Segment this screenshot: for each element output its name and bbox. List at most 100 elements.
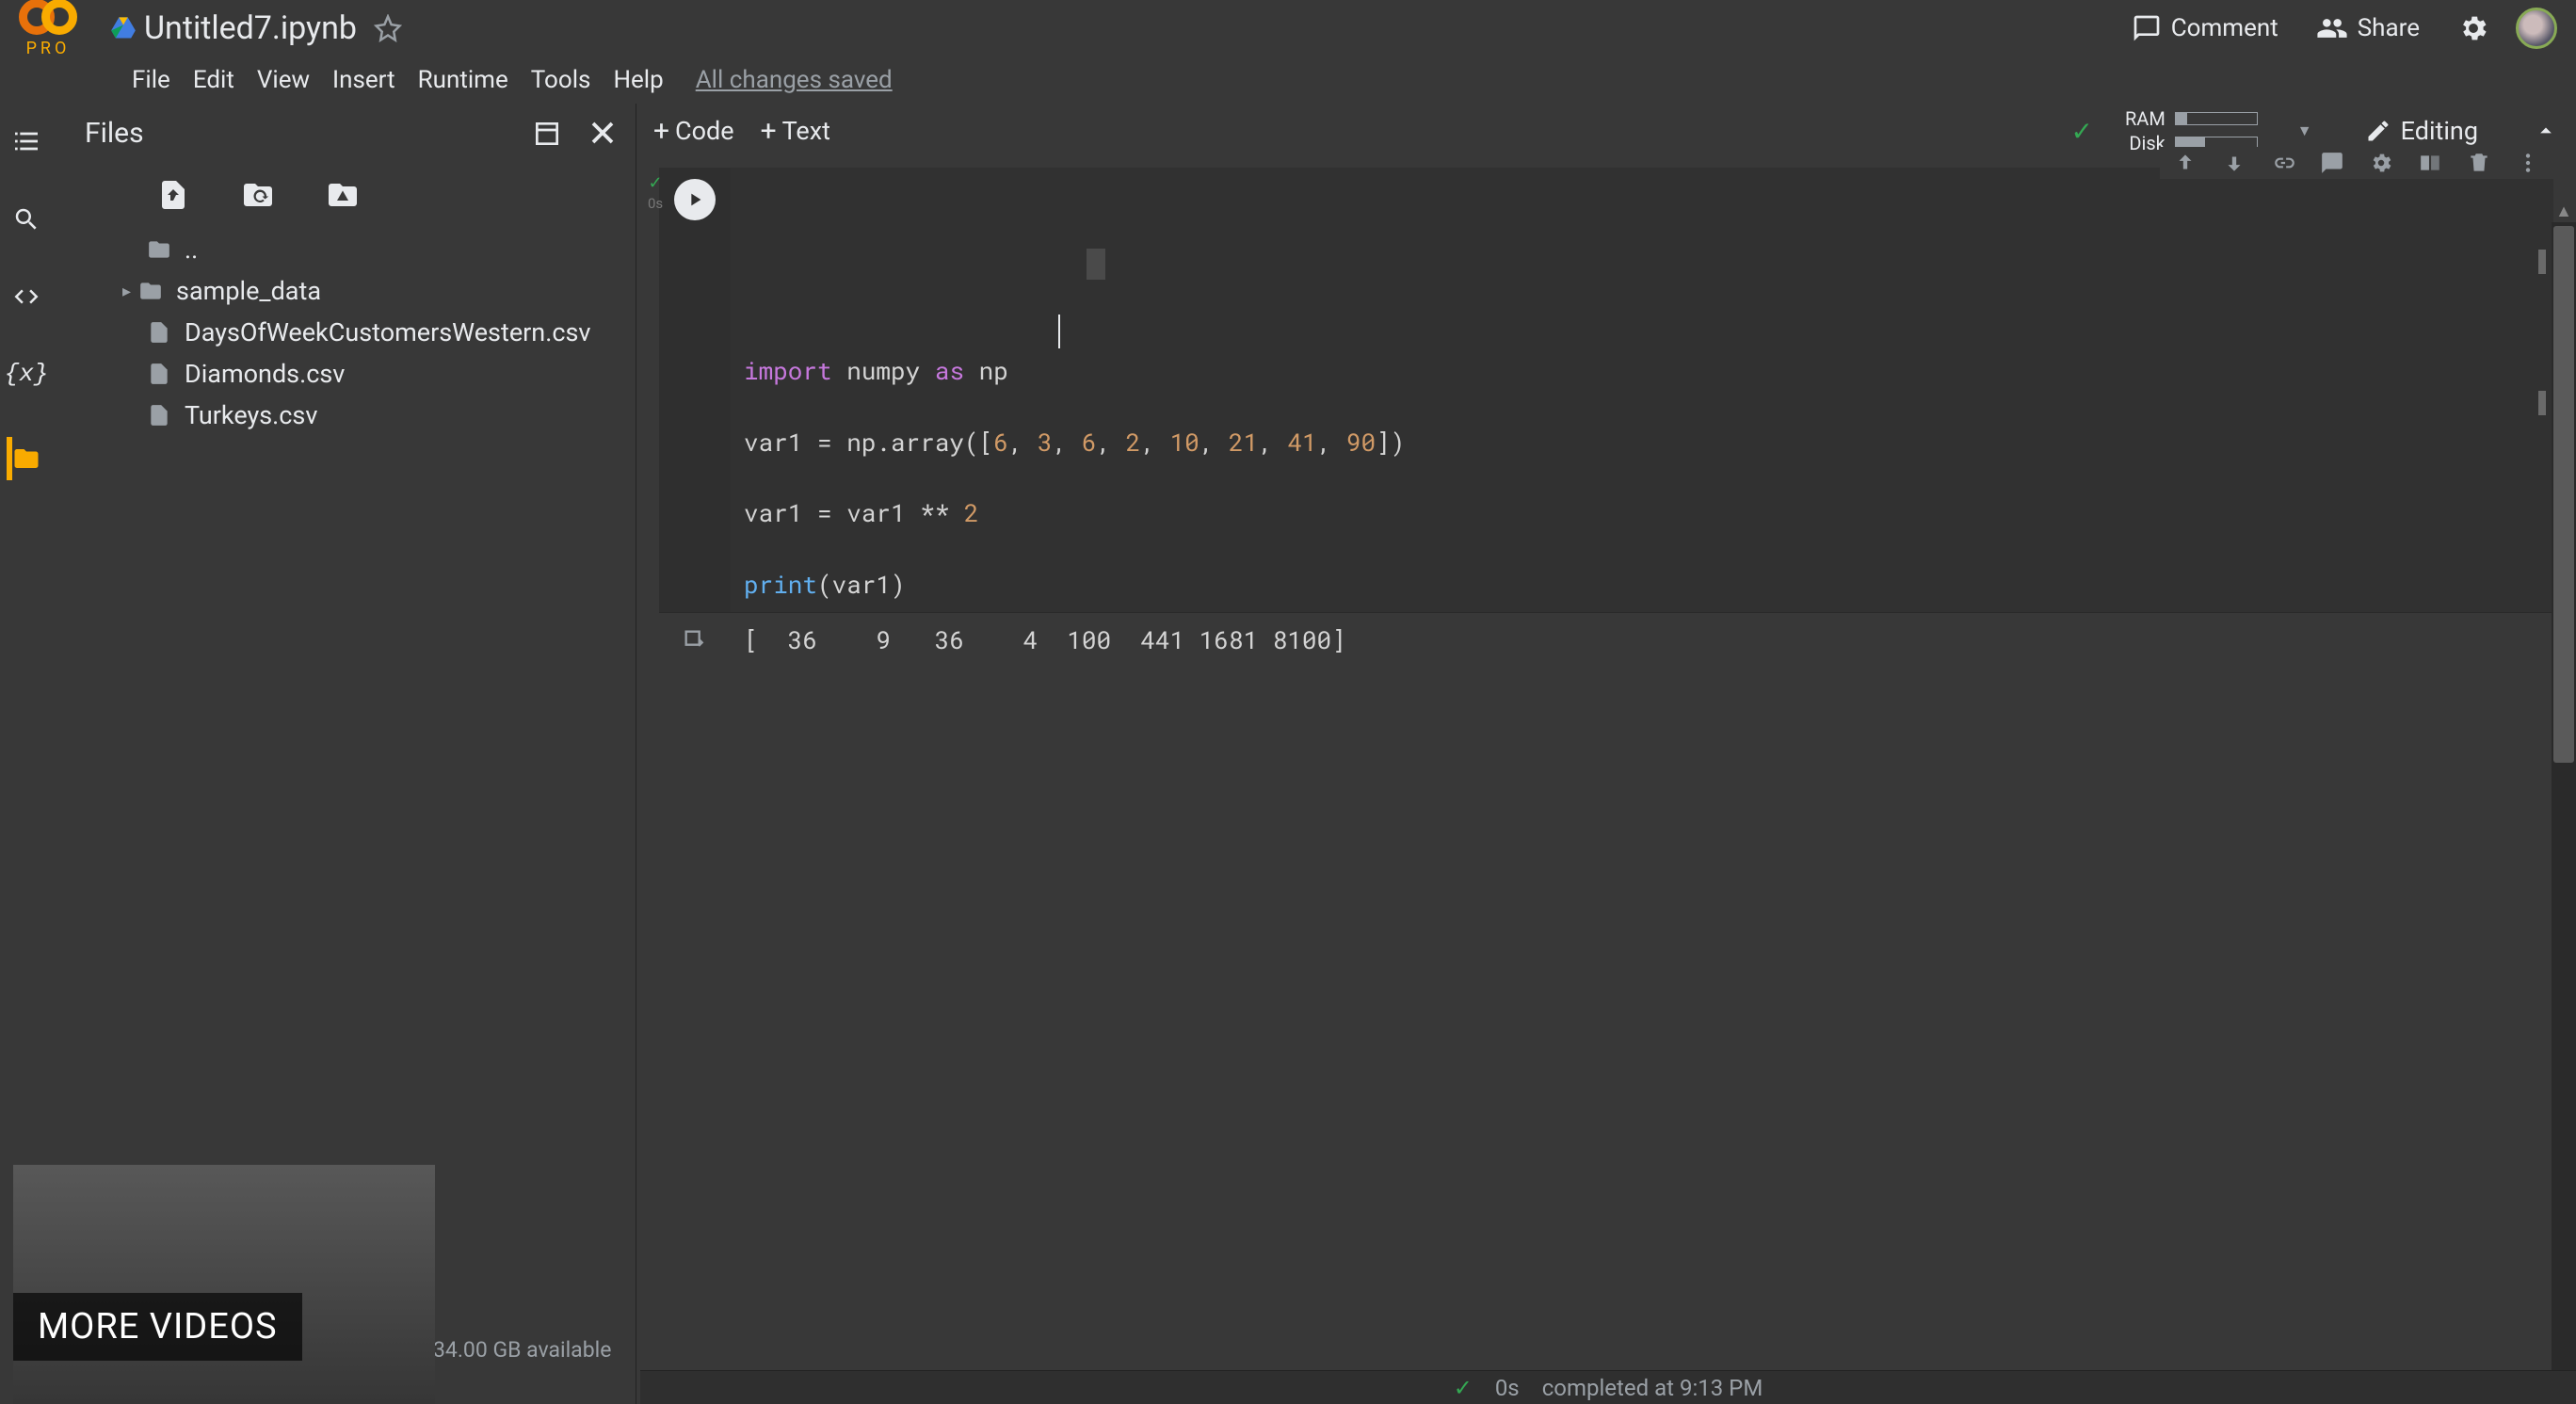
connection-status-icon: ✓ — [2070, 116, 2092, 147]
link-cell-button[interactable] — [2271, 151, 2295, 175]
file-item-2[interactable]: Turkeys.csv — [147, 395, 636, 436]
code-cell: ✓ 0s — [659, 168, 2553, 612]
file-tree-parent[interactable]: .. — [147, 229, 636, 270]
new-window-icon — [532, 119, 562, 149]
add-code-button[interactable]: + Code — [653, 115, 734, 148]
cell-run-status: ✓ 0s — [648, 173, 663, 212]
file-label: Turkeys.csv — [185, 400, 317, 430]
refresh-files-button[interactable] — [241, 178, 275, 212]
code-snippets-button[interactable] — [12, 282, 40, 311]
plus-icon: + — [653, 115, 669, 148]
gear-icon — [2457, 12, 2489, 44]
trash-icon — [2467, 151, 2491, 175]
mirror-cell-button[interactable] — [2418, 151, 2442, 175]
run-gutter — [659, 168, 731, 612]
comment-icon — [2320, 151, 2344, 175]
code-editor[interactable]: import numpy as np var1 = np.array([6, 3… — [731, 168, 2553, 612]
menu-runtime[interactable]: Runtime — [418, 66, 508, 94]
move-cell-down-button[interactable] — [2222, 151, 2246, 175]
delete-cell-button[interactable] — [2467, 151, 2491, 175]
star-icon[interactable] — [374, 14, 402, 42]
cell-more-button[interactable] — [2516, 151, 2540, 175]
disk-available-label: 34.00 GB available — [433, 1337, 611, 1363]
folder-icon — [12, 444, 40, 473]
find-replace-button[interactable] — [12, 205, 40, 234]
table-of-contents-button[interactable] — [11, 126, 41, 156]
add-text-button[interactable]: + Text — [761, 115, 830, 148]
colab-pro-badge: PRO — [26, 39, 71, 58]
file-icon — [147, 403, 171, 428]
editing-mode-button[interactable]: Editing — [2365, 116, 2478, 146]
file-icon — [147, 362, 171, 386]
status-check-icon: ✓ — [1454, 1375, 1473, 1401]
minimap — [2538, 179, 2548, 531]
resource-dropdown[interactable]: ▼ — [2297, 121, 2312, 140]
save-status[interactable]: All changes saved — [696, 66, 893, 94]
menu-file[interactable]: File — [132, 66, 170, 94]
files-button[interactable] — [7, 437, 40, 480]
chevron-up-icon — [2533, 118, 2559, 144]
user-avatar[interactable] — [2516, 8, 2557, 49]
cell-toolbar — [2160, 147, 2553, 179]
output-icon — [682, 627, 708, 654]
menu-tools[interactable]: Tools — [531, 66, 591, 94]
colab-logo[interactable]: PRO — [19, 0, 77, 58]
move-cell-up-button[interactable] — [2173, 151, 2198, 175]
main-area: + Code + Text ✓ RAM Disk ▼ — [636, 104, 2576, 1404]
add-code-label: Code — [675, 116, 734, 146]
upload-file-button[interactable] — [156, 178, 190, 212]
status-completed: completed at 9:13 PM — [1542, 1375, 1763, 1401]
search-icon — [12, 205, 40, 234]
menu-insert[interactable]: Insert — [332, 66, 395, 94]
file-toolbar — [53, 169, 636, 229]
file-tree-folder-sample-data[interactable]: ▸ sample_data — [147, 270, 636, 312]
text-cursor — [1058, 315, 1060, 348]
status-exec-time: 0s — [1495, 1375, 1520, 1401]
file-icon — [147, 320, 171, 345]
output-collapse-button[interactable] — [682, 627, 708, 654]
editing-label: Editing — [2401, 116, 2478, 146]
vertical-scrollbar[interactable] — [2552, 222, 2576, 1370]
menu-edit[interactable]: Edit — [193, 66, 234, 94]
sidebar-title: Files — [85, 117, 532, 150]
collapse-toolbar-button[interactable] — [2533, 118, 2559, 144]
code-icon — [12, 282, 40, 311]
file-tree: .. ▸ sample_data DaysOfWeekCustomersWest… — [53, 229, 636, 436]
notebook-title[interactable]: Untitled7.ipynb — [144, 9, 357, 47]
run-cell-button[interactable] — [674, 179, 716, 220]
file-item-0[interactable]: DaysOfWeekCustomersWestern.csv — [147, 312, 636, 353]
file-item-1[interactable]: Diamonds.csv — [147, 353, 636, 395]
share-button[interactable]: Share — [2316, 12, 2420, 44]
arrow-down-icon — [2222, 151, 2246, 175]
scroll-up-arrow[interactable]: ▲ — [2555, 202, 2572, 221]
cell-settings-button[interactable] — [2369, 151, 2393, 175]
close-icon — [588, 119, 617, 147]
menu-view[interactable]: View — [257, 66, 310, 94]
file-label: Diamonds.csv — [185, 359, 345, 389]
comment-button[interactable]: Comment — [2132, 13, 2278, 43]
more-videos-button[interactable]: MORE VIDEOS — [13, 1293, 302, 1361]
comment-cell-button[interactable] — [2320, 151, 2344, 175]
scrollbar-thumb[interactable] — [2553, 226, 2574, 763]
new-window-button[interactable] — [532, 119, 562, 149]
variables-button[interactable]: {x} — [5, 360, 49, 388]
menu-bar: File Edit View Insert Runtime Tools Help… — [0, 56, 2576, 104]
share-icon — [2316, 12, 2348, 44]
comment-label: Comment — [2171, 14, 2278, 42]
pencil-icon — [2365, 118, 2391, 144]
mount-drive-icon — [326, 178, 360, 212]
file-label: DaysOfWeekCustomersWestern.csv — [185, 317, 590, 347]
share-label: Share — [2358, 14, 2420, 42]
output-gutter — [659, 621, 731, 660]
bottom-status-bar: ✓ 0s completed at 9:13 PM — [640, 1370, 2576, 1404]
close-sidebar-button[interactable] — [588, 119, 617, 149]
ram-label: RAM — [2125, 107, 2165, 130]
mount-drive-button[interactable] — [326, 178, 360, 212]
menu-help[interactable]: Help — [613, 66, 663, 94]
expand-arrow-icon[interactable]: ▸ — [122, 282, 131, 301]
cell-exec-time: 0s — [648, 195, 663, 212]
header-bar: PRO Untitled7.ipynb Comment Share — [0, 0, 2576, 56]
gear-icon — [2369, 151, 2393, 175]
settings-button[interactable] — [2457, 12, 2489, 44]
cell-body: import numpy as np var1 = np.array([6, 3… — [659, 168, 2553, 612]
